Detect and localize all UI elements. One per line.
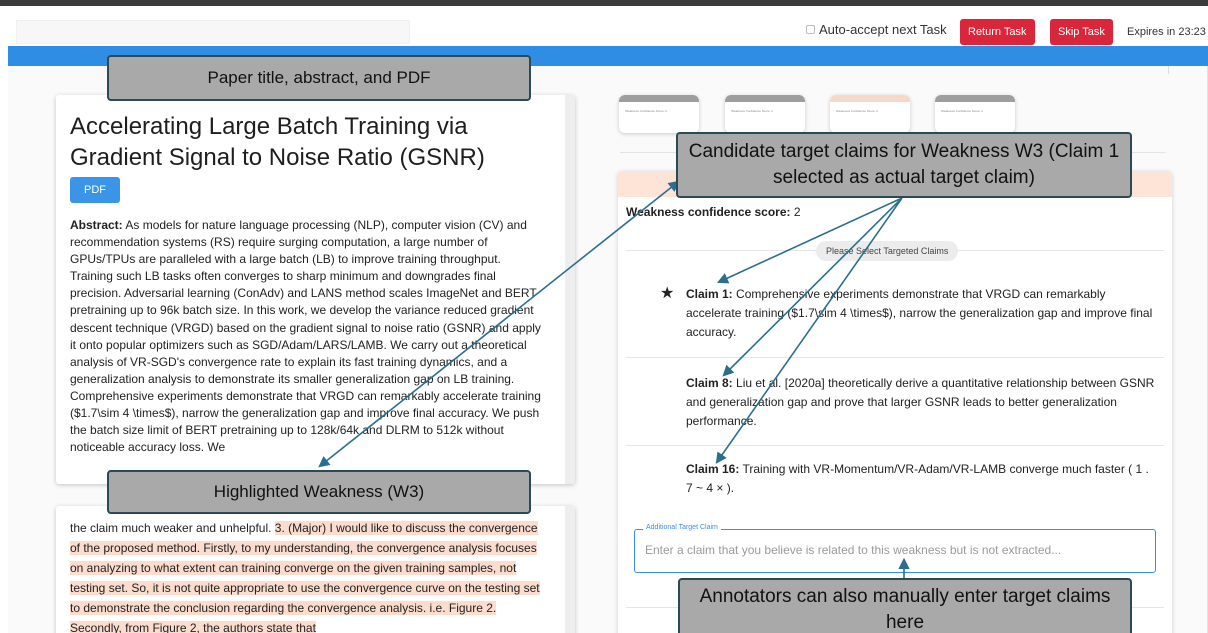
divider	[626, 445, 1164, 446]
tab-label: Weakness Confidence Score: 2	[625, 109, 667, 113]
confidence-value: 2	[793, 205, 801, 219]
divider	[626, 357, 1164, 358]
return-task-button[interactable]: Return Task	[960, 19, 1035, 45]
paper-title: Accelerating Large Batch Training via Gr…	[70, 113, 485, 171]
callout-manual: Annotators can also manually enter targe…	[678, 578, 1132, 633]
callout-weakness: Highlighted Weakness (W3)	[107, 470, 531, 514]
abstract-text: As models for nature language processing…	[70, 218, 541, 455]
expiry-timer: Expires in 23:23	[1127, 26, 1206, 38]
claim-label: Claim 16:	[686, 462, 740, 476]
task-title-field[interactable]	[16, 20, 410, 44]
claim-text: Training with VR-Momentum/VR-Adam/VR-LAM…	[686, 462, 1149, 495]
claim-text: Liu et al. [2020a] theoretically derive …	[686, 376, 1155, 428]
pdf-button[interactable]: PDF	[70, 177, 120, 203]
additional-claim-input[interactable]	[645, 543, 1145, 557]
callout-candidates: Candidate target claims for Weakness W3 …	[676, 132, 1132, 198]
paper-card: Accelerating Large Batch Training via Gr…	[56, 95, 575, 484]
abstract-label: Abstract:	[70, 218, 123, 232]
confidence-label: Weakness confidence score:	[626, 205, 791, 219]
skip-task-button[interactable]: Skip Task	[1050, 19, 1113, 45]
tab-label: Weakness Confidence Score: 2	[836, 109, 878, 113]
checkbox-icon[interactable]	[806, 25, 815, 34]
tab-label: Weakness Confidence Score: 2	[731, 109, 773, 113]
star-icon[interactable]: ★	[660, 283, 674, 303]
highlighted-weakness: 3. (Major) I would like to discuss the c…	[70, 521, 540, 633]
claim-text: Comprehensive experiments demonstrate th…	[686, 287, 1153, 339]
claim-item-1[interactable]: Claim 1: Comprehensive experiments demon…	[686, 285, 1158, 342]
weakness-tab-3[interactable]: Weakness Confidence Score: 2	[830, 95, 910, 133]
claim-label: Claim 1:	[686, 287, 733, 301]
confidence-score: Weakness confidence score: 2	[626, 205, 801, 219]
weakness-tab-4[interactable]: Weakness Confidence Score: 2	[935, 95, 1015, 133]
tab-label: Weakness Confidence Score: 2	[941, 109, 983, 113]
task-header: Auto-accept next Task Return Task Skip T…	[0, 6, 1208, 46]
claim-item-8[interactable]: Claim 8: Liu et al. [2020a] theoreticall…	[686, 374, 1158, 431]
claim-item-16[interactable]: Claim 16: Training with VR-Momentum/VR-A…	[686, 460, 1158, 498]
weakness-text: the claim much weaker and unhelpful. 3. …	[70, 518, 542, 633]
weakness-card: the claim much weaker and unhelpful. 3. …	[56, 506, 575, 633]
paper-abstract: Abstract: As models for nature language …	[70, 217, 542, 456]
weakness-panel: Weakness confidence score: 2 Please Sele…	[618, 171, 1172, 633]
auto-accept-label: Auto-accept next Task	[819, 22, 947, 37]
callout-paper: Paper title, abstract, and PDF	[107, 55, 531, 101]
additional-claim-legend: Additional Target Claim	[643, 524, 721, 531]
claim-label: Claim 8:	[686, 376, 733, 390]
weakness-tab-2[interactable]: Weakness Confidence Score: 2	[725, 95, 805, 133]
select-claims-chip: Please Select Targeted Claims	[816, 241, 959, 261]
additional-target-claim-field: Additional Target Claim	[634, 524, 1156, 573]
auto-accept-toggle[interactable]: Auto-accept next Task	[806, 22, 947, 37]
weakness-text-plain: the claim much weaker and unhelpful.	[70, 521, 275, 535]
weakness-tab-1[interactable]: Weakness Confidence Score: 2	[619, 95, 699, 133]
